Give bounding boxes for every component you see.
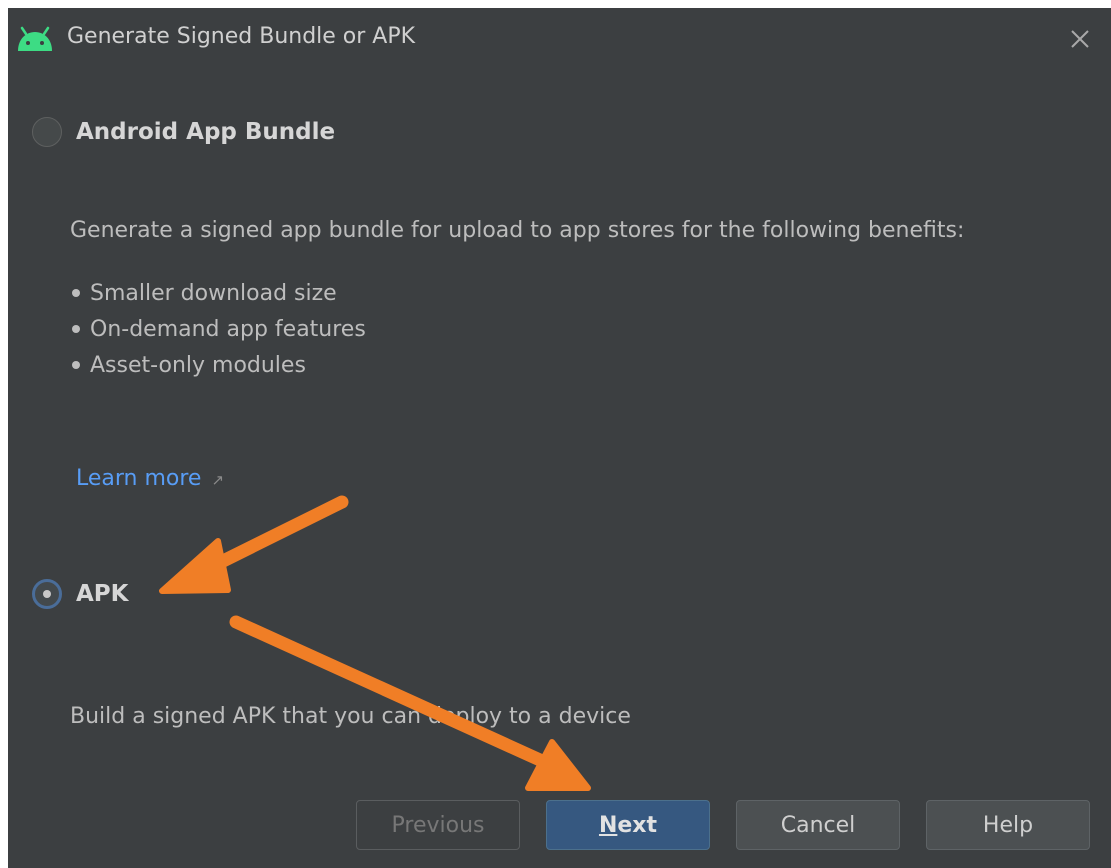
android-icon (18, 26, 52, 51)
next-label-rest: ext (617, 812, 658, 838)
cancel-button[interactable]: Cancel (736, 800, 900, 850)
dialog-title: Generate Signed Bundle or APK (67, 24, 416, 49)
list-item: Asset-only modules (72, 348, 366, 384)
generate-signed-dialog: Generate Signed Bundle or APK Android Ap… (8, 8, 1111, 868)
list-item: On-demand app features (72, 312, 366, 348)
external-link-icon: ↗ (211, 471, 225, 489)
next-mnemonic: N (598, 812, 618, 838)
apk-radio[interactable] (32, 579, 62, 609)
learn-more-label[interactable]: Learn more (76, 466, 201, 491)
bundle-benefits-list: Smaller download size On-demand app feat… (72, 276, 366, 384)
learn-more-link[interactable]: Learn more ↗ (76, 466, 224, 491)
bundle-description: Generate a signed app bundle for upload … (70, 218, 965, 243)
apk-description: Build a signed APK that you can deploy t… (70, 704, 631, 729)
title-bar: Generate Signed Bundle or APK (8, 8, 1111, 70)
bundle-radio[interactable] (32, 117, 62, 147)
apk-label: APK (76, 581, 129, 607)
bundle-option[interactable]: Android App Bundle (32, 112, 335, 152)
bundle-label: Android App Bundle (76, 119, 336, 145)
previous-button[interactable]: Previous (356, 800, 520, 850)
next-button[interactable]: Next (546, 800, 710, 850)
help-button[interactable]: Help (926, 800, 1090, 850)
list-item: Smaller download size (72, 276, 366, 312)
apk-option[interactable]: APK (32, 574, 128, 614)
close-icon[interactable] (1065, 24, 1095, 54)
